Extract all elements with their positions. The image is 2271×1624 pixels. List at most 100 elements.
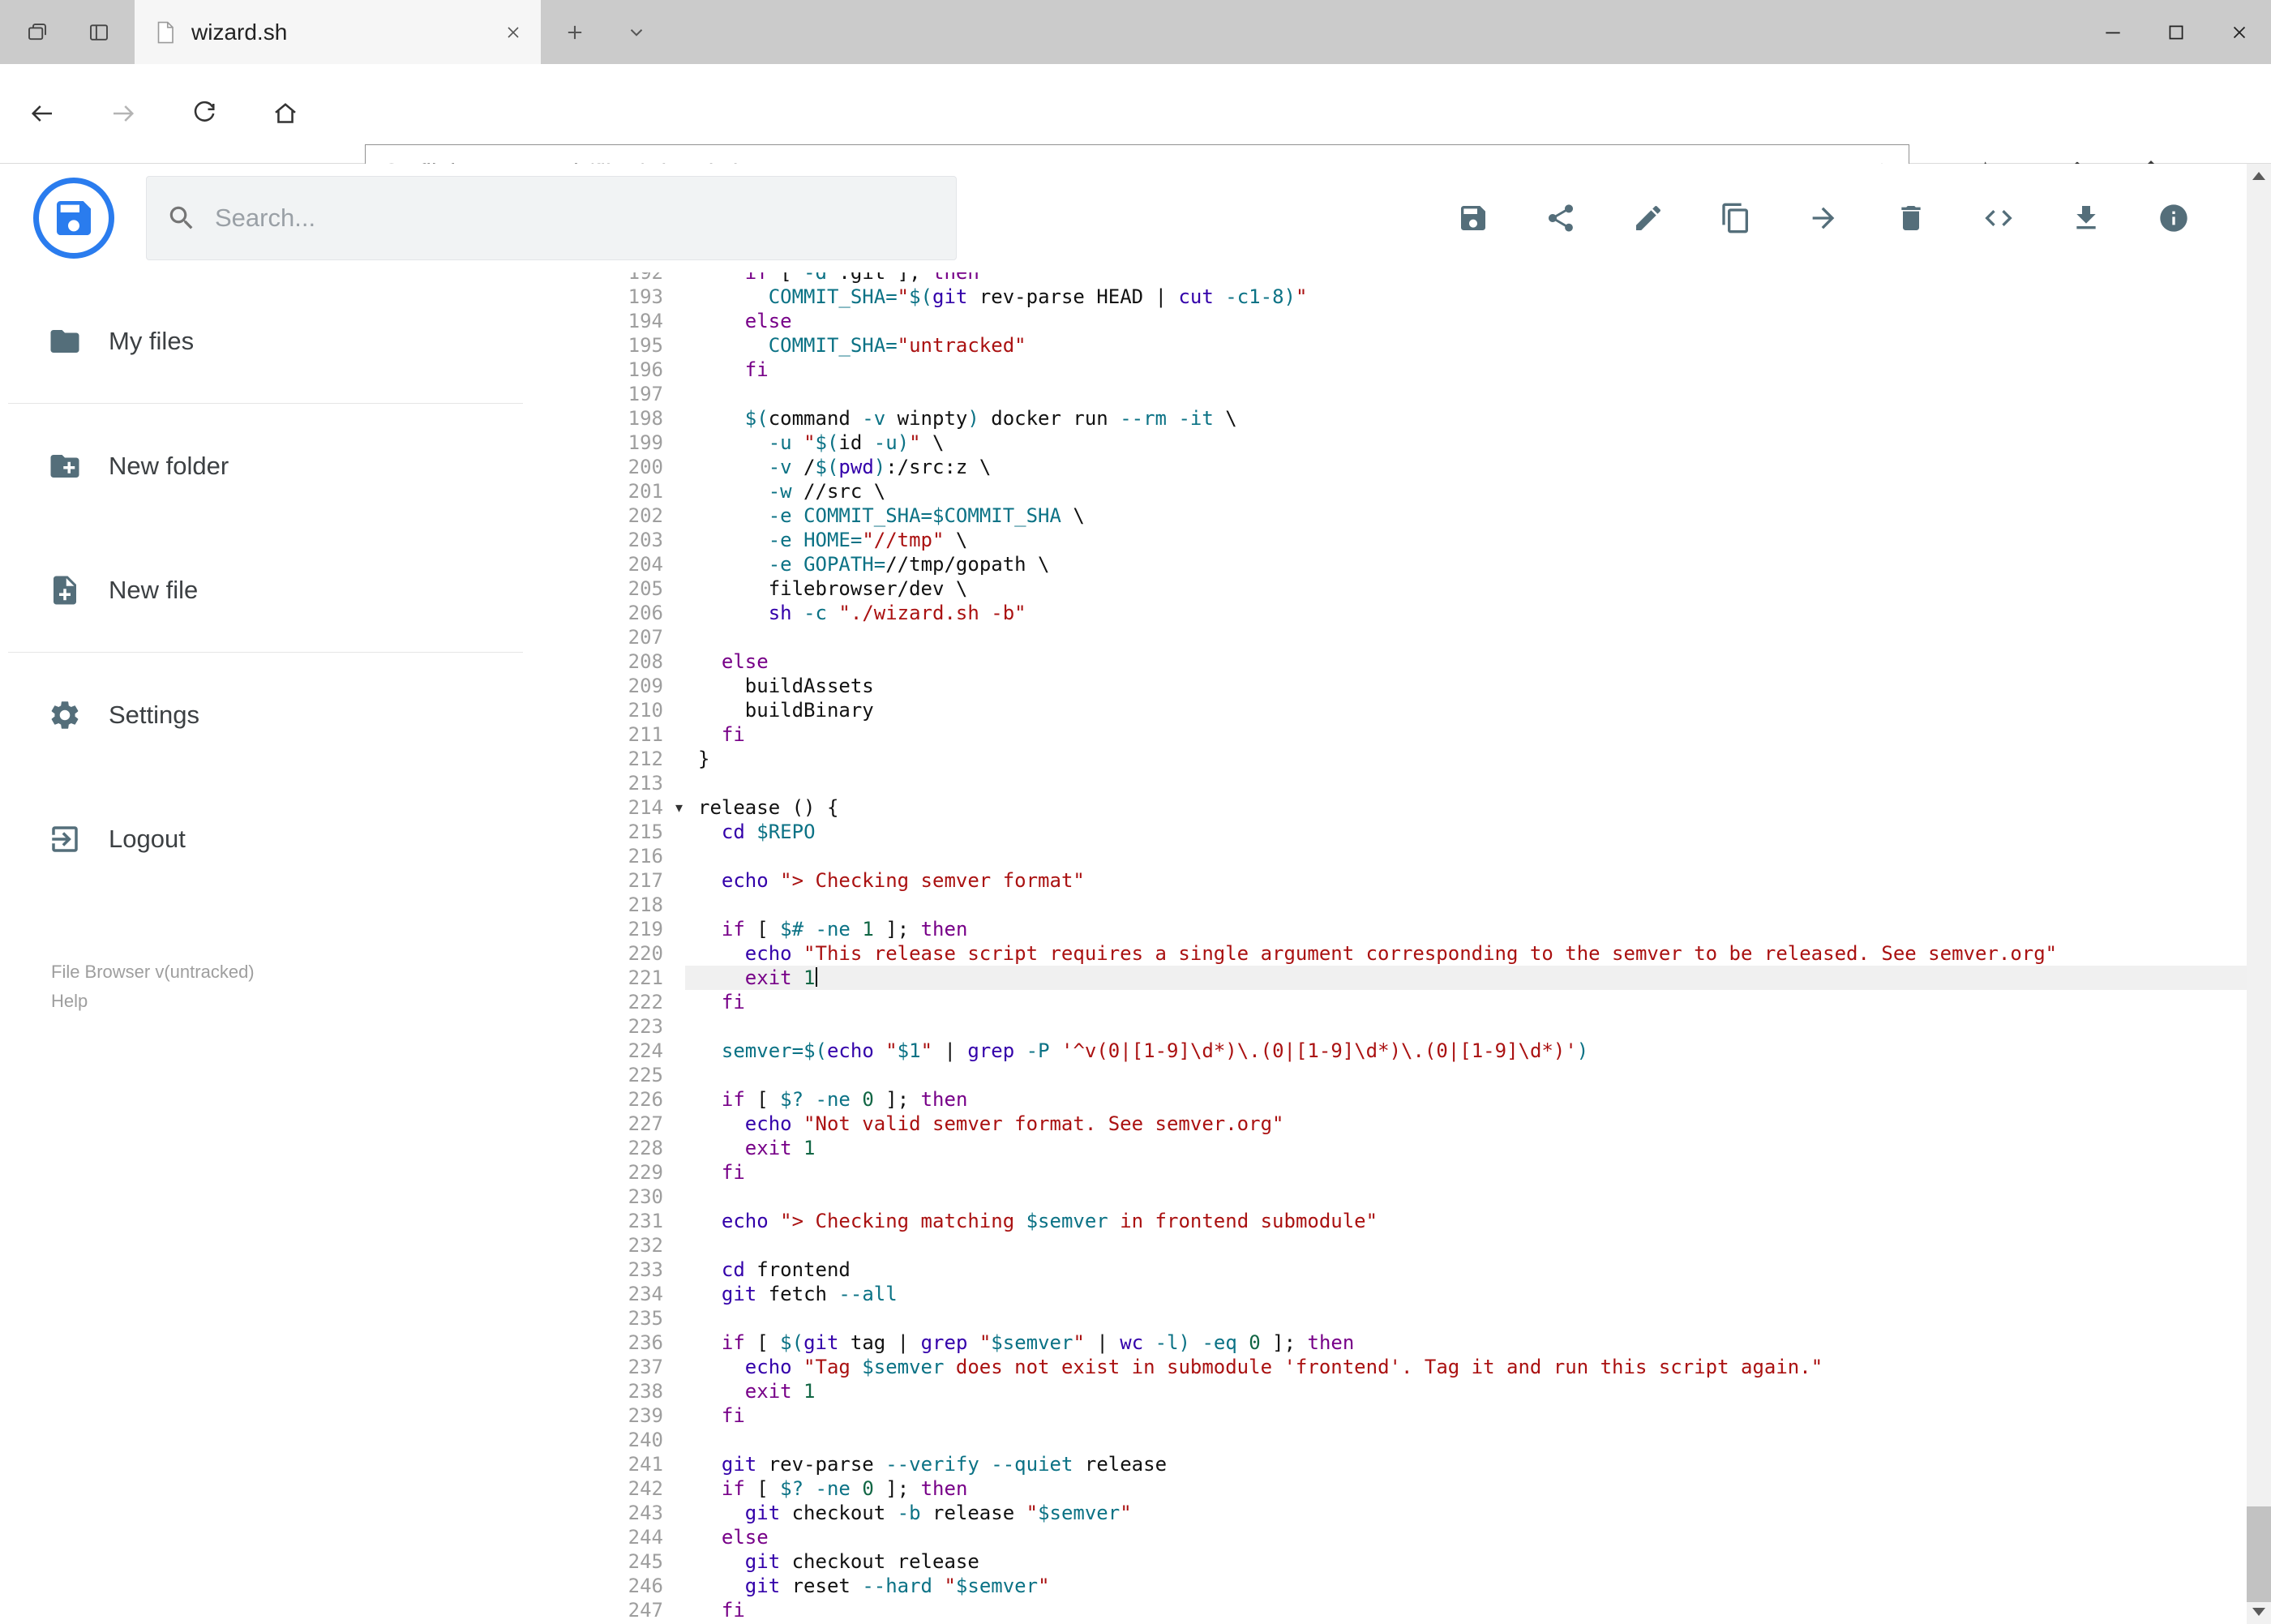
close-button[interactable] xyxy=(2208,0,2271,64)
line-number: 198 xyxy=(628,407,663,430)
home-button[interactable] xyxy=(261,89,310,138)
code-line-216[interactable]: 216 xyxy=(594,844,2247,868)
code-line-234[interactable]: 234 git fetch --all xyxy=(594,1282,2247,1306)
info-button[interactable] xyxy=(2130,164,2217,272)
code-line-232[interactable]: 232 xyxy=(594,1233,2247,1258)
code-line-210[interactable]: 210 buildBinary xyxy=(594,698,2247,722)
code-line-202[interactable]: 202 -e COMMIT_SHA=$COMMIT_SHA \ xyxy=(594,503,2247,528)
browser-tab[interactable]: wizard.sh xyxy=(135,0,541,64)
code-line-239[interactable]: 239 fi xyxy=(594,1403,2247,1428)
forward-button[interactable] xyxy=(99,89,148,138)
rename-button[interactable] xyxy=(1605,164,1692,272)
code-line-224[interactable]: 224 semver=$(echo "$1" | grep -P '^v(0|[… xyxy=(594,1039,2247,1063)
code-line-212[interactable]: 212} xyxy=(594,747,2247,771)
code-line-193[interactable]: 193 COMMIT_SHA="$(git rev-parse HEAD | c… xyxy=(594,285,2247,309)
tab-close-icon[interactable] xyxy=(503,23,523,42)
code-line-215[interactable]: 215 cd $REPO xyxy=(594,820,2247,844)
code-line-227[interactable]: 227 echo "Not valid semver format. See s… xyxy=(594,1112,2247,1136)
search-box[interactable] xyxy=(146,176,957,260)
code-line-219[interactable]: 219 if [ $# -ne 1 ]; then xyxy=(594,917,2247,941)
code-view-button[interactable] xyxy=(1955,164,2042,272)
delete-button[interactable] xyxy=(1867,164,1955,272)
tab-previews-button[interactable] xyxy=(8,0,66,64)
code-line-223[interactable]: 223 xyxy=(594,1014,2247,1039)
code-line-214[interactable]: 214 ▾ release () { xyxy=(594,795,2247,820)
code-line-233[interactable]: 233 cd frontend xyxy=(594,1258,2247,1282)
code-line-218[interactable]: 218 xyxy=(594,893,2247,917)
vertical-scrollbar[interactable] xyxy=(2247,164,2271,1624)
code-line-195[interactable]: 195 COMMIT_SHA="untracked" xyxy=(594,333,2247,358)
search-icon xyxy=(169,206,193,229)
code-line-244[interactable]: 244 else xyxy=(594,1525,2247,1549)
code-line-200[interactable]: 200 -v /$(pwd):/src:z \ xyxy=(594,455,2247,479)
code-line-237[interactable]: 237 echo "Tag $semver does not exist in … xyxy=(594,1355,2247,1379)
sidebar-item-settings[interactable]: Settings xyxy=(0,653,594,777)
code-line-225[interactable]: 225 xyxy=(594,1063,2247,1087)
code-line-217[interactable]: 217 echo "> Checking semver format" xyxy=(594,868,2247,893)
line-number: 243 xyxy=(628,1502,663,1524)
code-line-205[interactable]: 205 filebrowser/dev \ xyxy=(594,576,2247,601)
code-line-230[interactable]: 230 xyxy=(594,1185,2247,1209)
code-text: fi xyxy=(721,1161,745,1184)
maximize-button[interactable] xyxy=(2145,0,2208,64)
tab-list-button[interactable] xyxy=(610,0,663,64)
sidebar-item-my-files[interactable]: My files xyxy=(0,279,594,403)
code-line-203[interactable]: 203 -e HOME="//tmp" \ xyxy=(594,528,2247,552)
sidebar-item-new-folder[interactable]: New folder xyxy=(0,404,594,528)
line-number: 234 xyxy=(628,1283,663,1305)
new-tab-button[interactable] xyxy=(548,0,602,64)
save-button[interactable] xyxy=(1429,164,1517,272)
code-line-209[interactable]: 209 buildAssets xyxy=(594,674,2247,698)
code-line-229[interactable]: 229 fi xyxy=(594,1160,2247,1185)
code-line-222[interactable]: 222 fi xyxy=(594,990,2247,1014)
code-line-207[interactable]: 207 xyxy=(594,625,2247,649)
line-number: 205 xyxy=(628,577,663,600)
code-line-231[interactable]: 231 echo "> Checking matching $semver in… xyxy=(594,1209,2247,1233)
code-line-198[interactable]: 198 $(command -v winpty) docker run --rm… xyxy=(594,406,2247,431)
search-input[interactable] xyxy=(215,204,936,233)
move-button[interactable] xyxy=(1780,164,1867,272)
code-line-196[interactable]: 196 fi xyxy=(594,358,2247,382)
code-line-236[interactable]: 236 if [ $(git tag | grep "$semver" | wc… xyxy=(594,1330,2247,1355)
code-line-238[interactable]: 238 exit 1 xyxy=(594,1379,2247,1403)
code-line-199[interactable]: 199 -u "$(id -u)" \ xyxy=(594,431,2247,455)
code-line-211[interactable]: 211 fi xyxy=(594,722,2247,747)
back-button[interactable] xyxy=(18,89,66,138)
code-line-242[interactable]: 242 if [ $? -ne 0 ]; then xyxy=(594,1476,2247,1501)
code-line-241[interactable]: 241 git rev-parse --verify --quiet relea… xyxy=(594,1452,2247,1476)
scroll-up-arrow-icon[interactable] xyxy=(2247,164,2271,188)
line-number: 246 xyxy=(628,1575,663,1597)
code-line-235[interactable]: 235 xyxy=(594,1306,2247,1330)
code-line-240[interactable]: 240 xyxy=(594,1428,2247,1452)
code-line-243[interactable]: 243 git checkout -b release "$semver" xyxy=(594,1501,2247,1525)
code-line-246[interactable]: 246 git reset --hard "$semver" xyxy=(594,1574,2247,1598)
sidebar-item-logout[interactable]: Logout xyxy=(0,777,594,901)
code-line-247[interactable]: 247 fi xyxy=(594,1598,2247,1622)
sidebar-item-new-file[interactable]: New file xyxy=(0,528,594,652)
set-tabs-aside-button[interactable] xyxy=(70,0,128,64)
fold-arrow-icon[interactable]: ▾ xyxy=(675,796,683,821)
scroll-down-arrow-icon[interactable] xyxy=(2247,1600,2271,1624)
code-line-226[interactable]: 226 if [ $? -ne 0 ]; then xyxy=(594,1087,2247,1112)
code-line-194[interactable]: 194 else xyxy=(594,309,2247,333)
minimize-button[interactable] xyxy=(2081,0,2145,64)
download-button[interactable] xyxy=(2042,164,2130,272)
code-line-220[interactable]: 220 echo "This release script requires a… xyxy=(594,941,2247,966)
code-line-213[interactable]: 213 xyxy=(594,771,2247,795)
copy-button[interactable] xyxy=(1692,164,1780,272)
code-line-245[interactable]: 245 git checkout release xyxy=(594,1549,2247,1574)
refresh-button[interactable] xyxy=(180,89,229,138)
editor-toolbar xyxy=(1429,164,2217,272)
code-line-206[interactable]: 206 sh -c "./wizard.sh -b" xyxy=(594,601,2247,625)
code-line-221[interactable]: 221 exit 1 xyxy=(594,966,2247,990)
code-editor[interactable]: 192 if [ -d .git ]; then 193 COMMIT_SHA="… xyxy=(594,164,2247,1624)
code-line-204[interactable]: 204 -e GOPATH=//tmp/gopath \ xyxy=(594,552,2247,576)
code-line-228[interactable]: 228 exit 1 xyxy=(594,1136,2247,1160)
share-button[interactable] xyxy=(1517,164,1605,272)
code-line-197[interactable]: 197 xyxy=(594,382,2247,406)
scrollbar-thumb[interactable] xyxy=(2247,1506,2271,1602)
help-link[interactable]: Help xyxy=(51,987,255,1016)
rename-icon xyxy=(1636,205,1661,230)
code-line-201[interactable]: 201 -w //src \ xyxy=(594,479,2247,503)
code-line-208[interactable]: 208 else xyxy=(594,649,2247,674)
